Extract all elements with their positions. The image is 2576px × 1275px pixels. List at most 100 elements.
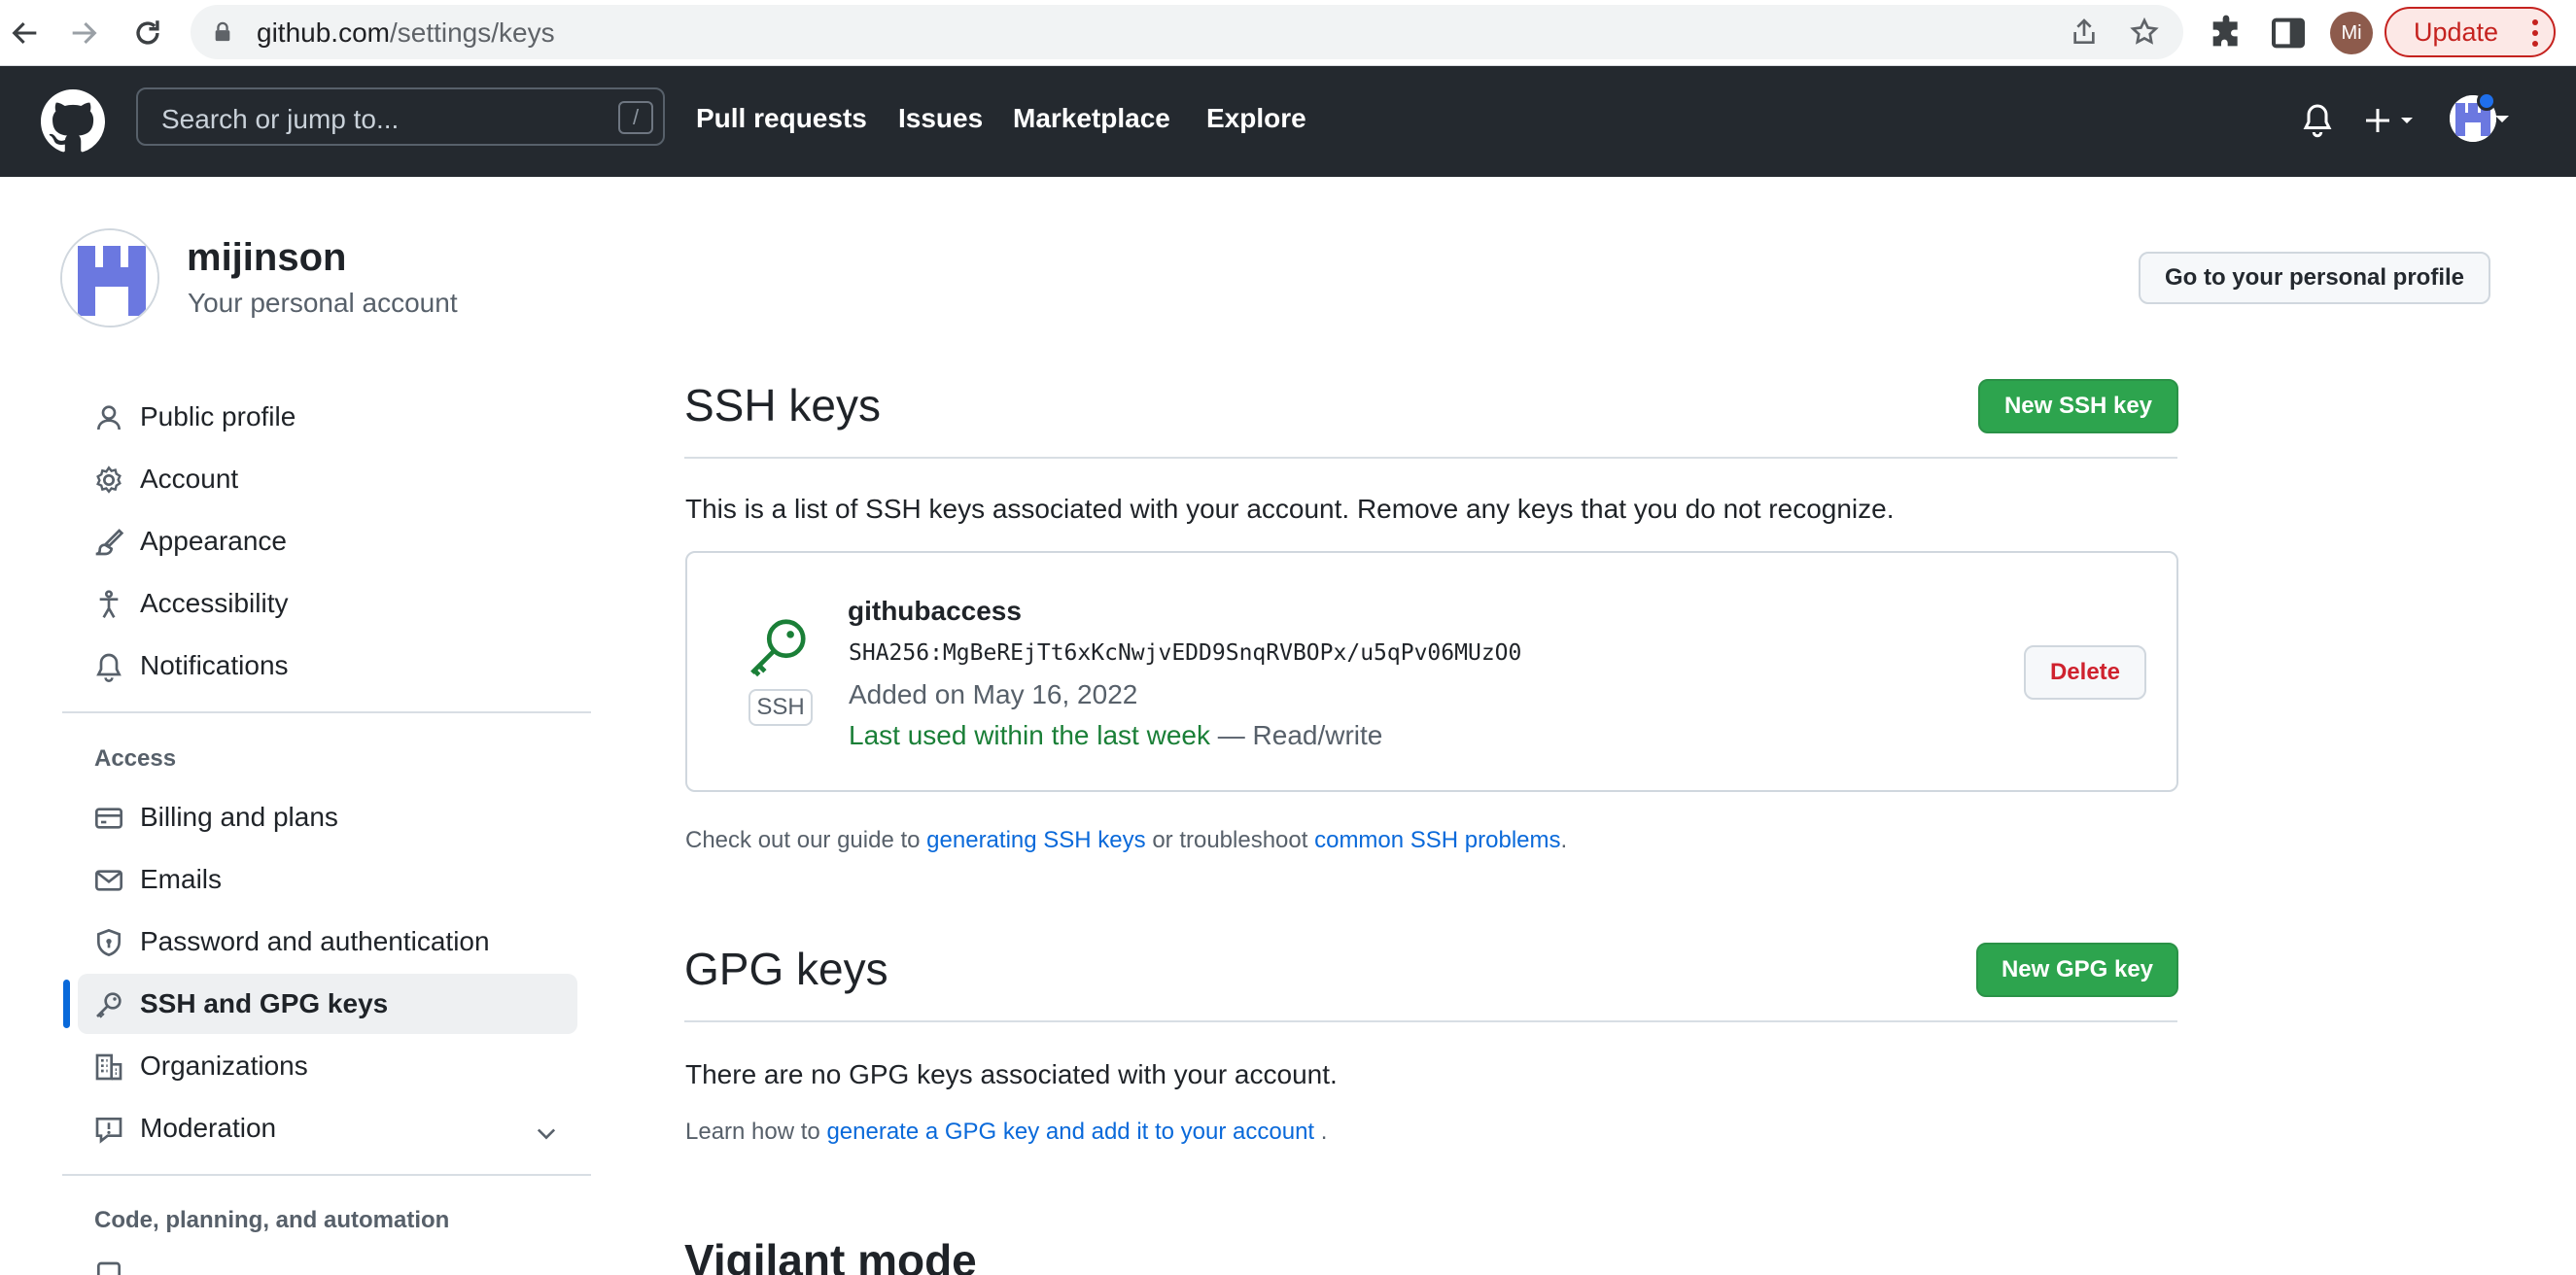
ssh-keys-heading: SSH keys: [684, 380, 881, 431]
sidebar-item-public-profile[interactable]: Public profile: [78, 387, 577, 447]
sidebar-item-moderation[interactable]: Moderation: [78, 1098, 577, 1158]
sidebar-item-label: Accessibility: [140, 588, 289, 618]
key-fingerprint: SHA256:MgBeREjTt6xKcNwjvEDD9SnqRVBOPx/u5…: [849, 640, 1522, 666]
extensions-puzzle-icon[interactable]: [2207, 14, 2245, 52]
sidebar-item-accessibility[interactable]: Accessibility: [78, 573, 577, 634]
share-icon[interactable]: [2069, 17, 2100, 48]
nav-marketplace[interactable]: Marketplace: [1013, 103, 1170, 134]
section-divider: [684, 457, 2177, 459]
generate-gpg-key-link[interactable]: generate a GPG key and add it to your ac…: [826, 1119, 1314, 1145]
back-button[interactable]: [2, 10, 49, 56]
sidebar-item-emails[interactable]: Emails: [78, 849, 577, 910]
sidebar-item-ssh-gpg-keys[interactable]: SSH and GPG keys: [78, 974, 577, 1034]
gpg-keys-heading: GPG keys: [684, 944, 888, 994]
reload-icon: [136, 20, 159, 45]
gear-icon: [96, 465, 122, 494]
sidebar-item-label: Account: [140, 464, 239, 494]
credit-card-icon: [95, 808, 122, 829]
search-input[interactable]: Search or jump to... /: [136, 87, 665, 146]
key-access-level: — Read/write: [1217, 720, 1383, 750]
chevron-down-icon[interactable]: [533, 1120, 560, 1147]
nav-issues[interactable]: Issues: [898, 103, 983, 134]
github-header: Search or jump to... / Pull requests Iss…: [0, 66, 2576, 177]
sidebar-item-organizations[interactable]: Organizations: [78, 1036, 577, 1096]
new-ssh-key-button[interactable]: New SSH key: [1978, 379, 2178, 433]
go-to-profile-button[interactable]: Go to your personal profile: [2139, 252, 2490, 304]
forward-button[interactable]: [60, 10, 107, 56]
sidebar-item-label: Moderation: [140, 1113, 277, 1143]
paintbrush-icon: [95, 529, 124, 556]
key-last-used: Last used within the last week: [849, 720, 1210, 750]
common-ssh-problems-link[interactable]: common SSH problems: [1314, 827, 1560, 853]
key-title: githubaccess: [848, 596, 1022, 626]
vigilant-mode-heading: Vigilant mode: [684, 1235, 977, 1275]
side-panel-icon[interactable]: [2269, 14, 2308, 52]
new-gpg-key-button[interactable]: New GPG key: [1976, 943, 2178, 997]
accessibility-icon: [99, 590, 119, 618]
learn-prefix: Learn how to: [685, 1119, 820, 1145]
guide-prefix: Check out our guide to: [685, 827, 921, 853]
sidebar-group-code-planning: Code, planning, and automation: [94, 1207, 450, 1233]
report-icon: [95, 1118, 122, 1144]
sidebar-item-label: Emails: [140, 864, 223, 894]
ssh-key-card: SSH githubaccess SHA256:MgBeREjTt6xKcNwj…: [685, 551, 2178, 792]
browser-toolbar: github.com/settings/keys Mi Update: [0, 0, 2576, 66]
ssh-description: This is a list of SSH keys associated wi…: [685, 494, 1895, 524]
delete-key-button[interactable]: Delete: [2024, 645, 2146, 700]
account-avatar: [60, 228, 159, 327]
account-subtitle: Your personal account: [188, 288, 458, 318]
sidebar-group-access: Access: [94, 745, 177, 772]
github-logo-icon[interactable]: [41, 89, 105, 154]
account-name[interactable]: mijinson: [187, 236, 346, 280]
bookmark-star-icon[interactable]: [2129, 17, 2160, 48]
browser-update-button[interactable]: Update: [2385, 7, 2556, 57]
identicon-icon: [62, 230, 157, 326]
section-divider: [684, 1020, 2177, 1022]
generating-ssh-keys-link[interactable]: generating SSH keys: [926, 827, 1145, 853]
learn-suffix: .: [1320, 1119, 1328, 1145]
key-added-date: Added on May 16, 2022: [849, 679, 1138, 709]
sidebar-item-account[interactable]: Account: [78, 449, 577, 509]
notifications-bell-icon[interactable]: [2300, 101, 2335, 140]
key-icon: [96, 992, 122, 1018]
guide-middle: or troubleshoot: [1152, 827, 1308, 853]
sidebar-item-billing[interactable]: Billing and plans: [78, 787, 577, 847]
sidebar-item-label: Public profile: [140, 401, 296, 431]
nav-pull-requests[interactable]: Pull requests: [696, 103, 867, 134]
sidebar-item-repositories-partial[interactable]: [78, 1244, 577, 1275]
update-label: Update: [2414, 17, 2499, 47]
address-bar[interactable]: github.com/settings/keys: [191, 5, 2183, 59]
organization-icon: [95, 1053, 122, 1081]
sidebar-item-label: Password and authentication: [140, 926, 490, 956]
url-path: /settings/keys: [389, 17, 555, 48]
search-shortcut-badge: /: [618, 101, 653, 134]
sidebar-item-appearance[interactable]: Appearance: [78, 511, 577, 571]
arrow-left-icon: [12, 21, 37, 45]
create-new-plus-icon[interactable]: [2364, 103, 2419, 138]
sidebar-divider: [62, 711, 591, 713]
gpg-learn-text: Learn how to generate a GPG key and add …: [685, 1119, 1327, 1146]
mail-icon: [95, 870, 122, 891]
key-icon: [750, 619, 806, 677]
gpg-empty-text: There are no GPG keys associated with yo…: [685, 1059, 1338, 1089]
shield-lock-icon: [97, 928, 121, 957]
bell-icon: [96, 653, 122, 682]
ssh-guide-text: Check out our guide to generating SSH ke…: [685, 827, 1567, 854]
sidebar-divider: [62, 1174, 591, 1176]
browser-profile-avatar[interactable]: Mi: [2330, 12, 2373, 54]
guide-suffix: .: [1560, 827, 1568, 853]
unread-indicator-dot: [2477, 91, 2496, 111]
sidebar-item-label: Billing and plans: [140, 802, 338, 832]
nav-explore[interactable]: Explore: [1206, 103, 1306, 134]
key-type-badge: SSH: [748, 689, 813, 726]
repository-icon: [97, 1261, 121, 1275]
sidebar-item-label: Notifications: [140, 650, 289, 680]
more-vertical-icon: [2532, 19, 2538, 47]
sidebar-item-notifications[interactable]: Notifications: [78, 636, 577, 696]
caret-down-icon[interactable]: [2494, 115, 2510, 124]
sidebar-item-password-auth[interactable]: Password and authentication: [78, 912, 577, 972]
active-item-indicator: [63, 980, 70, 1028]
search-placeholder: Search or jump to...: [161, 104, 400, 134]
reload-button[interactable]: [124, 10, 171, 56]
sidebar-item-label: SSH and GPG keys: [140, 988, 389, 1018]
